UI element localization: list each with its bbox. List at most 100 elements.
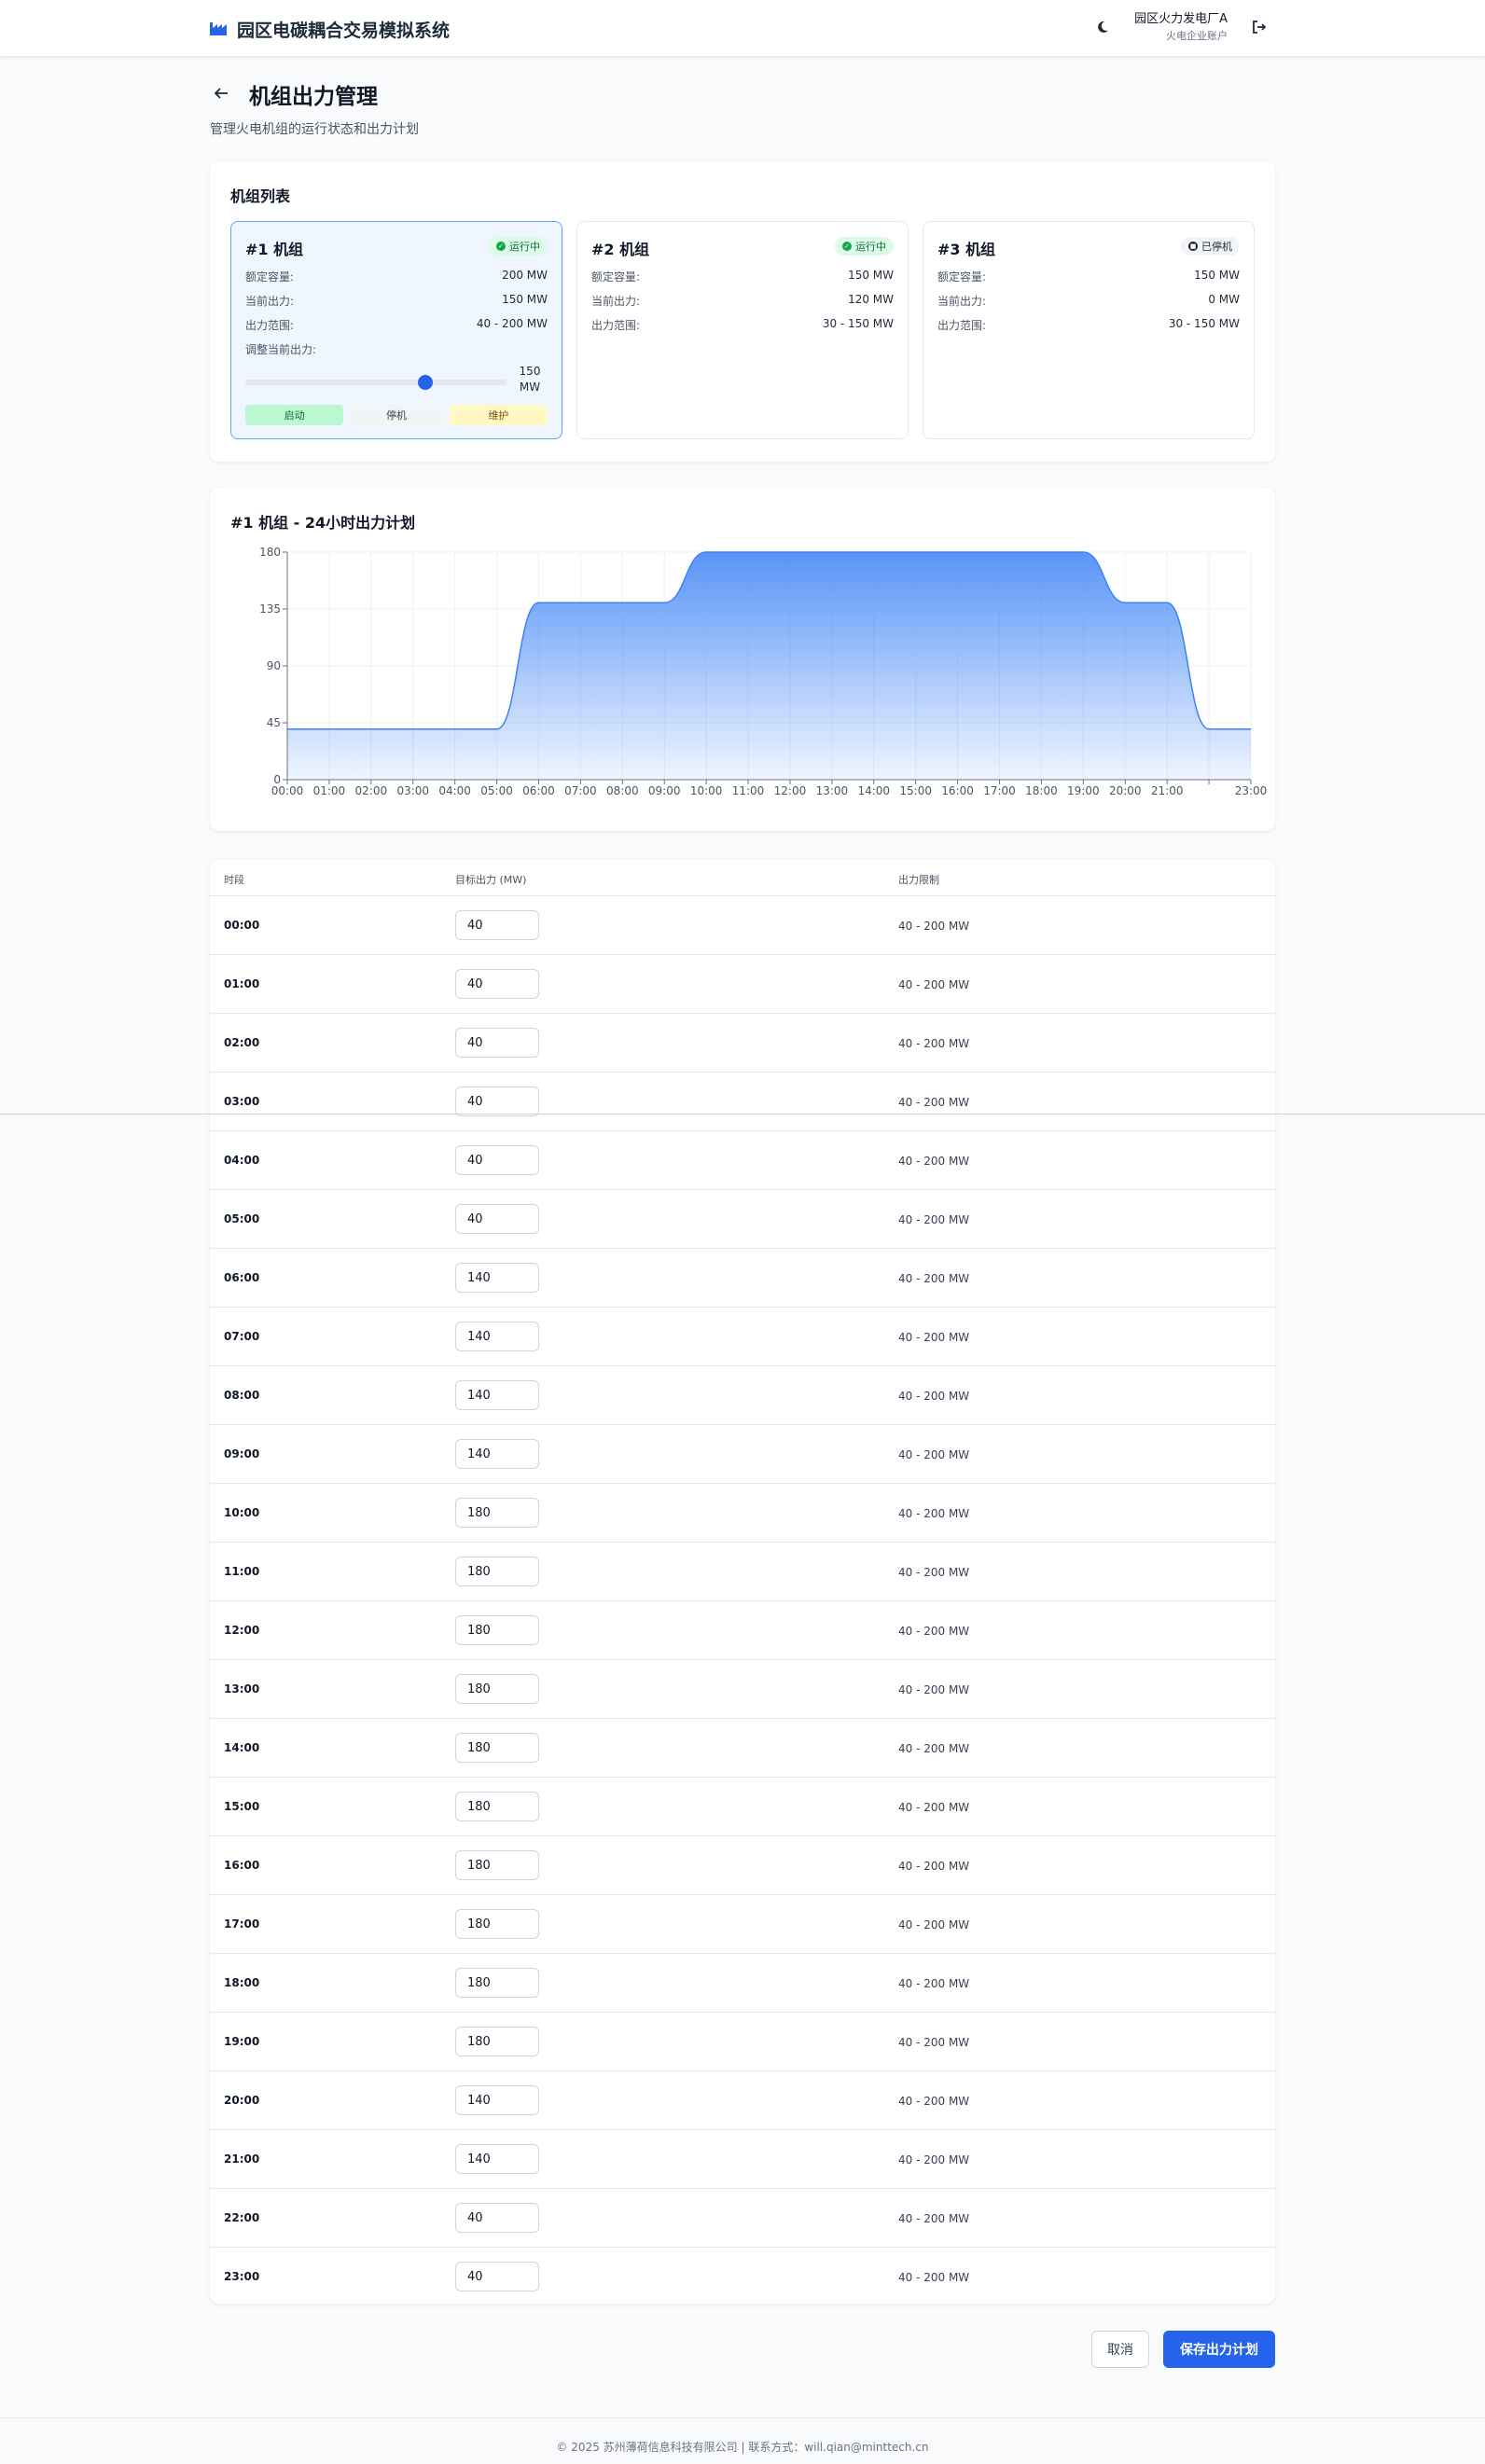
row-limit: 40 - 200 MW: [898, 1507, 970, 1520]
stop-button[interactable]: 停机: [347, 405, 446, 425]
target-output-input[interactable]: [455, 1850, 539, 1880]
table-row: 01:00 40 - 200 MW: [210, 955, 1275, 1014]
rated-capacity: 额定容量: 200 MW: [245, 269, 548, 284]
row-limit: 40 - 200 MW: [898, 1566, 970, 1579]
table-row: 22:00 40 - 200 MW: [210, 2189, 1275, 2248]
y-tick-label: 45: [267, 716, 281, 729]
row-time: 10:00: [224, 1506, 260, 1519]
row-time: 07:00: [224, 1330, 260, 1343]
target-output-input[interactable]: [455, 1204, 539, 1234]
unit-card-3[interactable]: #3 机组 ■ 已停机 额定容量: 150 MW 当前出力: 0 MW 出力范围: 3…: [923, 221, 1255, 439]
output-range: 出力范围: 40 - 200 MW: [245, 317, 548, 332]
logout-icon: [1252, 20, 1267, 37]
row-time: 09:00: [224, 1447, 260, 1460]
target-output-input[interactable]: [455, 1087, 539, 1116]
unit-card-2[interactable]: #2 机组 ✓ 运行中 额定容量: 150 MW 当前出力: 120 MW 出力范围…: [576, 221, 909, 439]
footer-text: © 2025 苏州薄荷信息科技有限公司 | 联系方式：will.qian@min…: [556, 2441, 929, 2454]
x-tick-label: 03:00: [396, 784, 429, 797]
table-row: 20:00 40 - 200 MW: [210, 2071, 1275, 2130]
theme-toggle-button[interactable]: [1091, 17, 1114, 39]
target-output-input[interactable]: [455, 1498, 539, 1528]
target-output-input[interactable]: [455, 1733, 539, 1763]
user-role: 火电企业账户: [1166, 30, 1228, 42]
unit-name: #2 机组: [591, 241, 650, 258]
row-time: 00:00: [224, 919, 260, 932]
output-slider[interactable]: [245, 375, 507, 390]
row-limit: 40 - 200 MW: [898, 1860, 970, 1873]
rated-capacity: 额定容量: 150 MW: [937, 269, 1240, 284]
target-output-input[interactable]: [455, 1557, 539, 1586]
x-tick-label: 21:00: [1151, 784, 1184, 797]
adjust-output-label: 调整当前出力:: [245, 343, 317, 356]
brand[interactable]: 园区电碳耦合交易模拟系统: [210, 17, 450, 42]
row-limit: 40 - 200 MW: [898, 1625, 970, 1638]
cancel-button[interactable]: 取消: [1091, 2331, 1149, 2368]
table-row: 15:00 40 - 200 MW: [210, 1778, 1275, 1836]
row-limit: 40 - 200 MW: [898, 2095, 970, 2108]
slider-handle[interactable]: [417, 375, 433, 390]
unit-card-1[interactable]: #1 机组 ✓ 运行中 额定容量: 200 MW 当前出力: 150 MW 出力范围…: [230, 221, 562, 439]
target-output-input[interactable]: [455, 910, 539, 940]
rated-capacity: 额定容量: 150 MW: [591, 269, 894, 284]
row-limit: 40 - 200 MW: [898, 2036, 970, 2049]
target-output-input[interactable]: [455, 1968, 539, 1998]
x-tick-label: 18:00: [1025, 784, 1058, 797]
target-output-input[interactable]: [455, 1439, 539, 1469]
table-row: 13:00 40 - 200 MW: [210, 1660, 1275, 1719]
row-limit: 40 - 200 MW: [898, 1977, 970, 1990]
target-output-input[interactable]: [455, 1380, 539, 1410]
x-tick-label: 14:00: [857, 784, 890, 797]
target-output-input[interactable]: [455, 1263, 539, 1293]
user-name: 园区火力发电厂A: [1134, 12, 1228, 26]
row-limit: 40 - 200 MW: [898, 1096, 970, 1109]
target-output-input[interactable]: [455, 1615, 539, 1645]
target-output-input[interactable]: [455, 2262, 539, 2291]
row-time: 17:00: [224, 1917, 260, 1931]
table-row: 04:00 40 - 200 MW: [210, 1131, 1275, 1190]
row-time: 22:00: [224, 2211, 260, 2224]
row-time: 11:00: [224, 1565, 260, 1578]
x-tick-label: 23:00: [1235, 784, 1268, 797]
table-row: 18:00 40 - 200 MW: [210, 1954, 1275, 2013]
row-limit: 40 - 200 MW: [898, 1213, 970, 1226]
row-time: 02:00: [224, 1036, 260, 1049]
page-header: 机组出力管理 管理火电机组的运行状态和出力计划: [210, 78, 419, 138]
output-plan-chart: 0459013518000:00 01:00 02:00 03:00 04:00 05:0…: [259, 546, 1268, 797]
output-chart-card: #1 机组 - 24小时出力计划 0 45 90 135 180 00:00 01:00 02…: [210, 488, 1275, 831]
status-badge: ✓ 运行中: [489, 237, 548, 256]
table-row: 08:00 40 - 200 MW: [210, 1366, 1275, 1425]
target-output-input[interactable]: [455, 969, 539, 999]
x-tick-label: 06:00: [522, 784, 555, 797]
x-tick-label: 20:00: [1109, 784, 1142, 797]
row-limit: 40 - 200 MW: [898, 1037, 970, 1050]
maintenance-button[interactable]: 维护: [449, 405, 548, 425]
row-limit: 40 - 200 MW: [898, 920, 970, 933]
table-row: 16:00 40 - 200 MW: [210, 1836, 1275, 1895]
target-output-input[interactable]: [455, 1322, 539, 1351]
page-title: 机组出力管理: [249, 85, 378, 109]
logout-button[interactable]: [1248, 17, 1270, 39]
save-plan-button[interactable]: 保存出力计划: [1163, 2331, 1275, 2368]
target-output-input[interactable]: [455, 1792, 539, 1821]
x-tick-label: 17:00: [983, 784, 1016, 797]
start-button[interactable]: 启动: [245, 405, 344, 425]
table-row: 21:00 40 - 200 MW: [210, 2130, 1275, 2189]
status-badge: ✓ 运行中: [835, 237, 894, 256]
row-limit: 40 - 200 MW: [898, 1331, 970, 1344]
table-row: 05:00 40 - 200 MW: [210, 1190, 1275, 1249]
target-output-input[interactable]: [455, 2085, 539, 2115]
x-tick-label: 13:00: [816, 784, 849, 797]
target-output-input[interactable]: [455, 2144, 539, 2174]
target-output-input[interactable]: [455, 1028, 539, 1058]
output-range: 出力范围: 30 - 150 MW: [591, 317, 894, 332]
target-output-input[interactable]: [455, 1909, 539, 1939]
target-output-input[interactable]: [455, 1674, 539, 1704]
back-button[interactable]: [210, 83, 232, 105]
x-tick-label: 01:00: [313, 784, 346, 797]
target-output-input[interactable]: [455, 1145, 539, 1175]
unit-list-card: 机组列表 #1 机组 ✓ 运行中 额定容量: 200 MW 当前出力: 150 MW…: [210, 161, 1275, 462]
target-output-input[interactable]: [455, 2203, 539, 2233]
row-time: 13:00: [224, 1682, 260, 1696]
row-time: 01:00: [224, 977, 260, 990]
target-output-input[interactable]: [455, 2027, 539, 2056]
